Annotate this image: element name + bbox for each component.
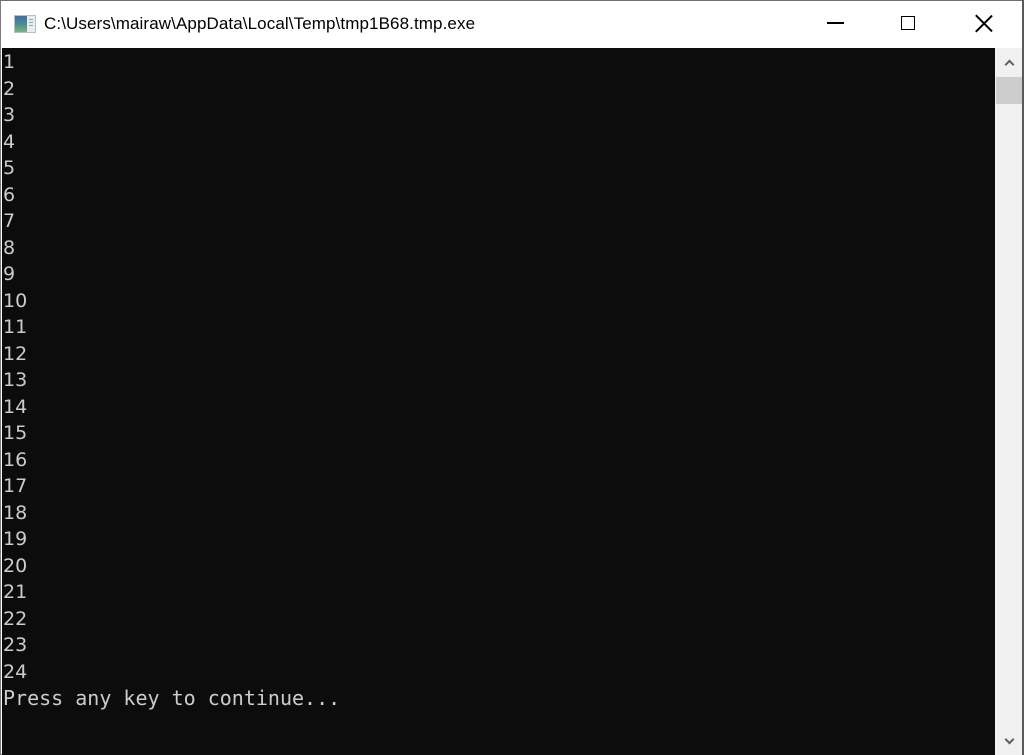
console-line: 3 [3,104,16,126]
chevron-up-icon [1004,59,1014,69]
console-window: C:\Users\mairaw\AppData\Local\Temp\tmp1B… [0,0,1024,755]
close-icon [975,14,993,32]
console-line: 2 [3,77,16,100]
maximize-icon [901,16,915,30]
title-bar[interactable]: C:\Users\mairaw\AppData\Local\Temp\tmp1B… [1,1,1023,48]
console-line: 13 [3,369,28,391]
console-line: 5 [3,157,16,179]
console-output[interactable]: 1 2 3 4 5 6 7 8 9 10 11 12 13 14 15 16 17 18 19 20 21 22 23 24 P… [2,48,995,755]
minimize-icon [826,22,844,24]
console-app-icon[interactable] [14,15,36,33]
console-line: 10 [3,289,28,312]
console-line: 8 [3,236,16,259]
console-line: 21 [3,581,28,603]
vertical-scrollbar[interactable] [995,48,1023,755]
minimize-button[interactable] [812,1,858,47]
console-line: 23 [3,634,28,656]
console-line: 7 [3,210,16,232]
console-line: 17 [3,475,28,497]
console-line: 4 [3,130,16,153]
console-line: 19 [3,528,28,550]
console-line: 1 [3,51,16,73]
console-line: 9 [3,263,16,285]
scroll-up-button[interactable] [995,48,1023,76]
console-line: 15 [3,422,28,444]
maximize-button[interactable] [885,1,931,47]
console-line: 18 [3,501,28,524]
chevron-down-icon [1004,734,1014,744]
window-title: C:\Users\mairaw\AppData\Local\Temp\tmp1B… [44,14,476,33]
scroll-down-button[interactable] [995,727,1023,755]
console-line: 12 [3,342,28,365]
console-line: 22 [3,607,28,630]
continue-prompt: Press any key to continue... [3,686,341,710]
console-line: 20 [3,554,28,577]
console-line: 24 [3,660,28,683]
console-text: 1 2 3 4 5 6 7 8 9 10 11 12 13 14 15 16 17 18 19 20 21 22 23 24 P… [3,49,340,712]
console-line: 16 [3,448,28,471]
scroll-thumb[interactable] [996,77,1022,104]
console-line: 6 [3,183,16,206]
console-line: 11 [3,316,28,338]
close-button[interactable] [961,1,1007,47]
console-line: 14 [3,395,28,418]
